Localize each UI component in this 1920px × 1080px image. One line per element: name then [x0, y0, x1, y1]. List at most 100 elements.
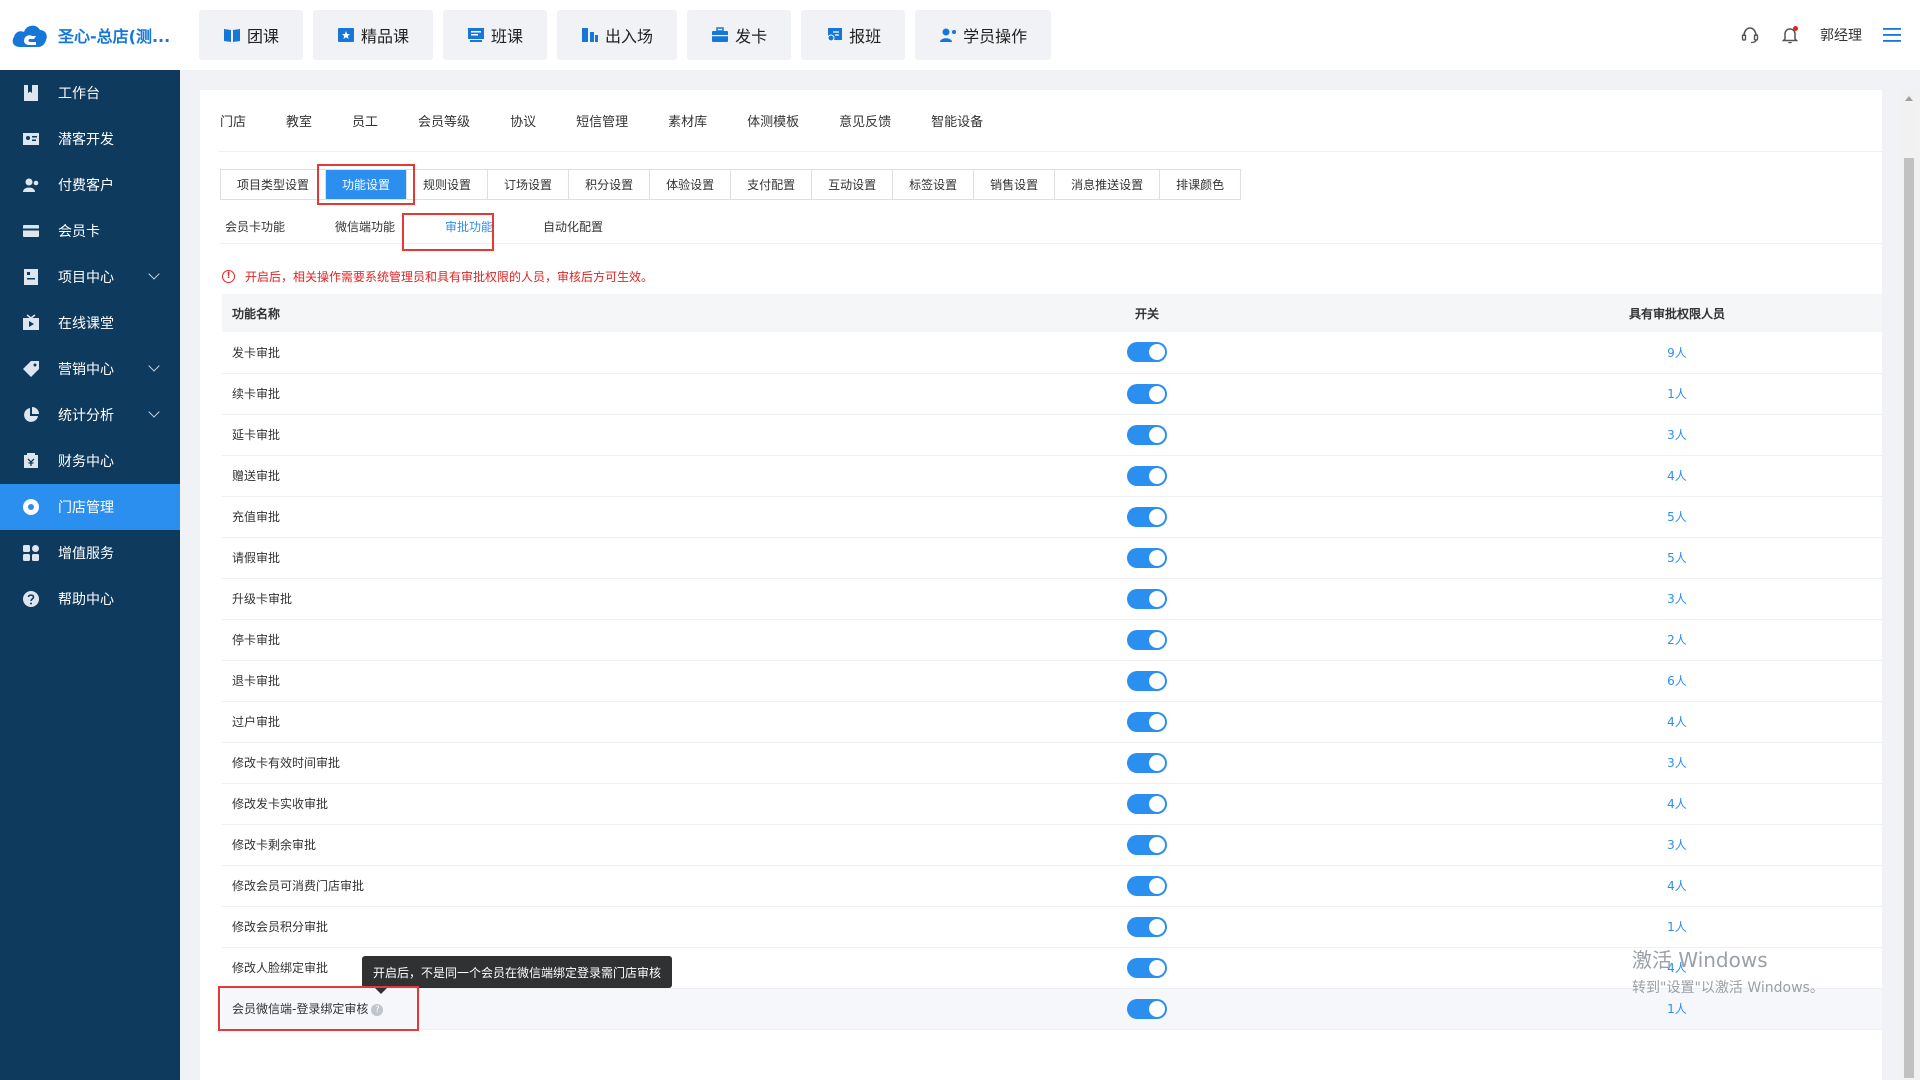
- function-tab-4[interactable]: 订场设置: [488, 170, 570, 199]
- approval-toggle[interactable]: [1127, 629, 1167, 650]
- approval-toggle[interactable]: [1127, 793, 1167, 814]
- function-name: 请假审批: [232, 551, 281, 565]
- approvers-count-link[interactable]: 4人: [1667, 961, 1687, 975]
- toggle-knob: [1149, 631, 1165, 648]
- sub-tab-3[interactable]: 审批功能: [440, 218, 498, 235]
- approvers-count-link[interactable]: 3人: [1667, 838, 1687, 852]
- approval-toggle[interactable]: [1127, 670, 1167, 691]
- approvers-count-link[interactable]: 2人: [1667, 633, 1687, 647]
- function-tab-5[interactable]: 积分设置: [569, 170, 651, 199]
- approvers-count-link[interactable]: 3人: [1667, 592, 1687, 606]
- approval-toggle[interactable]: [1127, 465, 1167, 486]
- approvers-count-link[interactable]: 6人: [1667, 674, 1687, 688]
- sidebar-item-4[interactable]: 会员卡: [0, 208, 180, 254]
- function-tab-1[interactable]: 项目类型设置: [221, 170, 327, 199]
- sub-tab-4[interactable]: 自动化配置: [538, 218, 608, 235]
- quick-nav-star-card[interactable]: 精品课: [313, 10, 434, 60]
- approval-toggle[interactable]: [1127, 547, 1167, 568]
- approvers-count-link[interactable]: 4人: [1667, 715, 1687, 729]
- warning-icon: !: [222, 270, 235, 283]
- question-icon[interactable]: ?: [371, 1003, 384, 1016]
- approval-toggle[interactable]: [1127, 342, 1167, 363]
- quick-nav-briefcase[interactable]: 发卡: [687, 10, 792, 60]
- sidebar-item-2[interactable]: 潜客开发: [0, 116, 180, 162]
- function-tab-11[interactable]: 消息推送设置: [1055, 170, 1161, 199]
- sidebar-item-11[interactable]: 增值服务: [0, 530, 180, 576]
- store-tab-2[interactable]: 教室: [286, 111, 312, 130]
- store-tab-10[interactable]: 智能设备: [931, 111, 983, 130]
- function-tab-6[interactable]: 体验设置: [650, 170, 732, 199]
- menu-icon[interactable]: [1882, 25, 1902, 45]
- sidebar-item-7[interactable]: 营销中心: [0, 346, 180, 392]
- function-name: 延卡审批: [232, 428, 281, 442]
- approval-toggle[interactable]: [1127, 752, 1167, 773]
- quick-nav-user-gear[interactable]: 学员操作: [915, 10, 1052, 60]
- scroll-up-arrow-icon[interactable]: [1905, 96, 1913, 101]
- scroll-thumb[interactable]: [1904, 158, 1914, 1078]
- approval-toggle[interactable]: [1127, 875, 1167, 896]
- approvers-count-link[interactable]: 5人: [1667, 510, 1687, 524]
- store-tab-4[interactable]: 会员等级: [418, 111, 470, 130]
- approvers-count-link[interactable]: 5人: [1667, 551, 1687, 565]
- approval-toggle[interactable]: [1127, 383, 1167, 404]
- store-tab-3[interactable]: 员工: [352, 111, 378, 130]
- table-row: 修改卡剩余审批 3人: [222, 824, 1882, 866]
- approvers-count-link[interactable]: 3人: [1667, 428, 1687, 442]
- function-tab-12[interactable]: 排课颜色: [1160, 170, 1240, 199]
- approvers-count-link[interactable]: 3人: [1667, 756, 1687, 770]
- table-row: 延卡审批 3人: [222, 414, 1882, 456]
- sidebar-item-3[interactable]: 付费客户: [0, 162, 180, 208]
- page-scrollbar[interactable]: [1900, 90, 1918, 1080]
- function-tab-9[interactable]: 标签设置: [893, 170, 975, 199]
- approval-toggle[interactable]: [1127, 506, 1167, 527]
- function-name: 升级卡审批: [232, 592, 293, 606]
- sidebar-item-1[interactable]: 工作台: [0, 70, 180, 116]
- store-tab-8[interactable]: 体测模板: [747, 111, 799, 130]
- function-tab-10[interactable]: 销售设置: [974, 170, 1056, 199]
- function-tab-7[interactable]: 支付配置: [731, 170, 813, 199]
- function-name-cell: 续卡审批: [222, 373, 822, 415]
- sidebar-item-5[interactable]: 项目中心: [0, 254, 180, 300]
- approvers-count-link[interactable]: 1人: [1667, 920, 1687, 934]
- bell-icon[interactable]: [1780, 25, 1800, 45]
- function-tab-3[interactable]: 规则设置: [407, 170, 489, 199]
- approval-toggle[interactable]: [1127, 588, 1167, 609]
- store-tab-1[interactable]: 门店: [220, 111, 246, 130]
- store-tab-9[interactable]: 意见反馈: [839, 111, 891, 130]
- card-icon: [22, 222, 40, 240]
- quick-nav-signup[interactable]: 报班: [801, 10, 906, 60]
- approval-toggle[interactable]: [1127, 711, 1167, 732]
- quick-nav-gate[interactable]: 出入场: [557, 10, 678, 60]
- headset-icon[interactable]: [1740, 25, 1760, 45]
- user-name[interactable]: 郭经理: [1820, 25, 1862, 45]
- approval-toggle[interactable]: [1127, 834, 1167, 855]
- approvers-count-link[interactable]: 4人: [1667, 879, 1687, 893]
- approval-toggle[interactable]: [1127, 916, 1167, 937]
- approvers-count-link[interactable]: 9人: [1667, 346, 1687, 360]
- approvers-count-link[interactable]: 4人: [1667, 797, 1687, 811]
- sidebar-item-6[interactable]: 在线课堂: [0, 300, 180, 346]
- store-tab-5[interactable]: 协议: [510, 111, 536, 130]
- sub-tab-1[interactable]: 会员卡功能: [220, 218, 290, 235]
- function-tab-8[interactable]: 互动设置: [812, 170, 894, 199]
- approvers-count-link[interactable]: 4人: [1667, 469, 1687, 483]
- approvers-count-link[interactable]: 1人: [1667, 387, 1687, 401]
- switch-cell: [822, 865, 1472, 907]
- quick-nav-book[interactable]: 团课: [199, 10, 304, 60]
- sub-tab-2[interactable]: 微信端功能: [330, 218, 400, 235]
- store-tab-7[interactable]: 素材库: [668, 111, 707, 130]
- function-name-cell: 停卡审批: [222, 619, 822, 661]
- function-tab-2[interactable]: 功能设置: [326, 170, 408, 199]
- sidebar-item-12[interactable]: 帮助中心: [0, 576, 180, 622]
- approvers-cell: 4人: [1472, 455, 1882, 497]
- approval-toggle[interactable]: [1127, 998, 1167, 1019]
- approval-toggle[interactable]: [1127, 424, 1167, 445]
- sidebar-item-9[interactable]: 财务中心: [0, 438, 180, 484]
- brand-logo[interactable]: 圣心-总店(测...: [0, 0, 180, 70]
- store-tab-6[interactable]: 短信管理: [576, 111, 628, 130]
- quick-nav-class-board[interactable]: 班课: [443, 10, 548, 60]
- approvers-count-link[interactable]: 1人: [1667, 1002, 1687, 1016]
- sidebar-item-8[interactable]: 统计分析: [0, 392, 180, 438]
- approval-toggle[interactable]: [1127, 957, 1167, 978]
- sidebar-item-10[interactable]: 门店管理: [0, 484, 180, 530]
